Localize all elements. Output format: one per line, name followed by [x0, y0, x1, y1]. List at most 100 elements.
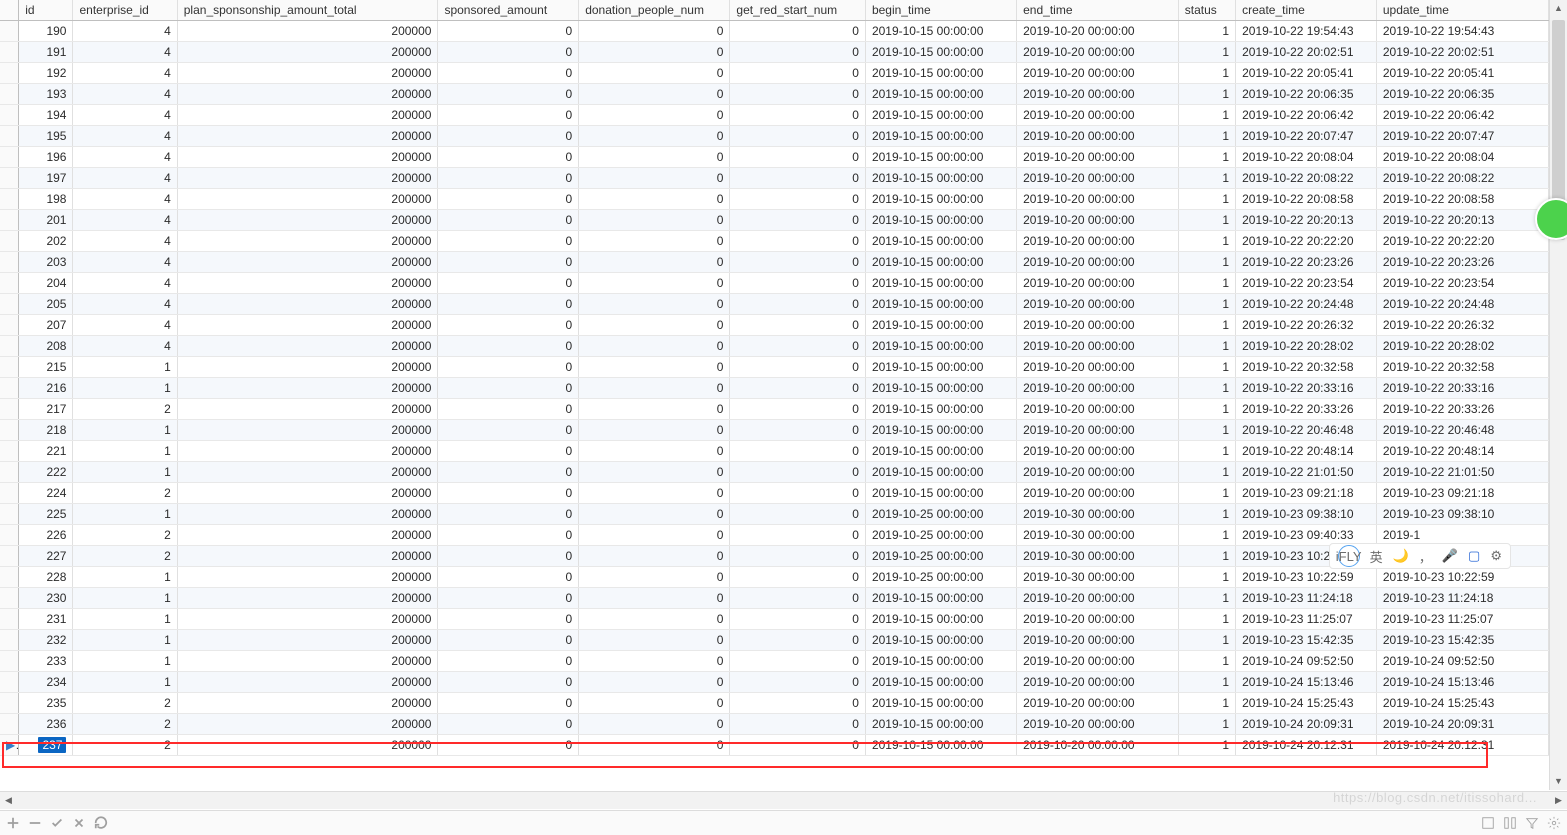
- table-row[interactable]: 22512000000002019-10-25 00:00:002019-10-…: [0, 504, 1549, 525]
- export-icon[interactable]: [1481, 816, 1495, 830]
- cell-status[interactable]: 1: [1178, 483, 1235, 504]
- cell-get_red_start_num[interactable]: 0: [730, 231, 866, 252]
- cell-enterprise_id[interactable]: 2: [73, 735, 177, 756]
- cell-end_time[interactable]: 2019-10-30 00:00:00: [1017, 567, 1179, 588]
- cell-begin_time[interactable]: 2019-10-15 00:00:00: [865, 63, 1016, 84]
- cell-sponsored_amount[interactable]: 0: [438, 546, 579, 567]
- table-row[interactable]: 19442000000002019-10-15 00:00:002019-10-…: [0, 105, 1549, 126]
- cell-status[interactable]: 1: [1178, 462, 1235, 483]
- col-begin_time[interactable]: begin_time: [865, 0, 1016, 21]
- cell-end_time[interactable]: 2019-10-20 00:00:00: [1017, 609, 1179, 630]
- cell-end_time[interactable]: 2019-10-20 00:00:00: [1017, 63, 1179, 84]
- table-row[interactable]: 21612000000002019-10-15 00:00:002019-10-…: [0, 378, 1549, 399]
- table-row[interactable]: 20542000000002019-10-15 00:00:002019-10-…: [0, 294, 1549, 315]
- cell-plan_sponsorship_amount_total[interactable]: 200000: [177, 672, 438, 693]
- cell-enterprise_id[interactable]: 2: [73, 693, 177, 714]
- col-end_time[interactable]: end_time: [1017, 0, 1179, 21]
- cell-enterprise_id[interactable]: 1: [73, 504, 177, 525]
- cell-get_red_start_num[interactable]: 0: [730, 84, 866, 105]
- cell-id[interactable]: 196: [19, 147, 73, 168]
- refresh-icon[interactable]: [94, 816, 108, 830]
- cell-plan_sponsorship_amount_total[interactable]: 200000: [177, 378, 438, 399]
- table-row[interactable]: 23212000000002019-10-15 00:00:002019-10-…: [0, 630, 1549, 651]
- cell-plan_sponsorship_amount_total[interactable]: 200000: [177, 231, 438, 252]
- cell-sponsored_amount[interactable]: 0: [438, 21, 579, 42]
- cell-status[interactable]: 1: [1178, 441, 1235, 462]
- cell-enterprise_id[interactable]: 1: [73, 462, 177, 483]
- cell-begin_time[interactable]: 2019-10-15 00:00:00: [865, 294, 1016, 315]
- cell-sponsored_amount[interactable]: 0: [438, 378, 579, 399]
- cell-begin_time[interactable]: 2019-10-15 00:00:00: [865, 630, 1016, 651]
- cell-id[interactable]: 194: [19, 105, 73, 126]
- cell-get_red_start_num[interactable]: 0: [730, 420, 866, 441]
- cell-update_time[interactable]: 2019-10-24 15:13:46: [1376, 672, 1548, 693]
- col-plan_sponsorship_amount_total[interactable]: plan_sponsonship_amount_total: [177, 0, 438, 21]
- cell-donation_people_num[interactable]: 0: [579, 609, 730, 630]
- cell-donation_people_num[interactable]: 0: [579, 672, 730, 693]
- cell-enterprise_id[interactable]: 4: [73, 105, 177, 126]
- cell-create_time[interactable]: 2019-10-23 11:25:07: [1236, 609, 1377, 630]
- cell-enterprise_id[interactable]: 1: [73, 672, 177, 693]
- ime-toolbar[interactable]: iFLY 英 🌙 ， 🎤 ▢ ⚙: [1329, 543, 1511, 569]
- cell-id[interactable]: 230: [19, 588, 73, 609]
- table-row[interactable]: 19142000000002019-10-15 00:00:002019-10-…: [0, 42, 1549, 63]
- col-sponsored_amount[interactable]: sponsored_amount: [438, 0, 579, 21]
- cell-id[interactable]: 197: [19, 168, 73, 189]
- row-gutter[interactable]: [0, 294, 19, 315]
- cell-update_time[interactable]: 2019-10-22 20:22:20: [1376, 231, 1548, 252]
- cell-end_time[interactable]: 2019-10-20 00:00:00: [1017, 315, 1179, 336]
- table-row[interactable]: 20342000000002019-10-15 00:00:002019-10-…: [0, 252, 1549, 273]
- ime-mic-icon[interactable]: 🎤: [1442, 548, 1458, 564]
- table-row[interactable]: 23312000000002019-10-15 00:00:002019-10-…: [0, 651, 1549, 672]
- cell-end_time[interactable]: 2019-10-30 00:00:00: [1017, 504, 1179, 525]
- cell-id[interactable]: 193: [19, 84, 73, 105]
- cell-donation_people_num[interactable]: 0: [579, 168, 730, 189]
- ime-moon-icon[interactable]: 🌙: [1393, 548, 1409, 564]
- cell-update_time[interactable]: 2019-10-23 15:42:35: [1376, 630, 1548, 651]
- cell-create_time[interactable]: 2019-10-22 20:07:47: [1236, 126, 1377, 147]
- cell-status[interactable]: 1: [1178, 315, 1235, 336]
- cell-sponsored_amount[interactable]: 0: [438, 273, 579, 294]
- cell-create_time[interactable]: 2019-10-24 15:13:46: [1236, 672, 1377, 693]
- cell-create_time[interactable]: 2019-10-22 20:06:42: [1236, 105, 1377, 126]
- cell-sponsored_amount[interactable]: 0: [438, 294, 579, 315]
- row-gutter[interactable]: [0, 252, 19, 273]
- cell-update_time[interactable]: 2019-10-22 19:54:43: [1376, 21, 1548, 42]
- cell-begin_time[interactable]: 2019-10-15 00:00:00: [865, 105, 1016, 126]
- cell-id[interactable]: 207: [19, 315, 73, 336]
- cell-get_red_start_num[interactable]: 0: [730, 147, 866, 168]
- cell-begin_time[interactable]: 2019-10-15 00:00:00: [865, 462, 1016, 483]
- cell-end_time[interactable]: 2019-10-20 00:00:00: [1017, 735, 1179, 756]
- table-row[interactable]: 23522000000002019-10-15 00:00:002019-10-…: [0, 693, 1549, 714]
- cell-status[interactable]: 1: [1178, 672, 1235, 693]
- cell-donation_people_num[interactable]: 0: [579, 231, 730, 252]
- cell-id[interactable]: 224: [19, 483, 73, 504]
- cell-update_time[interactable]: 2019-10-22 20:46:48: [1376, 420, 1548, 441]
- scroll-left-icon[interactable]: ◀: [0, 792, 17, 809]
- cell-get_red_start_num[interactable]: 0: [730, 672, 866, 693]
- row-gutter[interactable]: [0, 399, 19, 420]
- cell-end_time[interactable]: 2019-10-20 00:00:00: [1017, 399, 1179, 420]
- scroll-right-icon[interactable]: ▶: [1550, 792, 1567, 809]
- cell-begin_time[interactable]: 2019-10-15 00:00:00: [865, 357, 1016, 378]
- cell-donation_people_num[interactable]: 0: [579, 105, 730, 126]
- table-row[interactable]: 22112000000002019-10-15 00:00:002019-10-…: [0, 441, 1549, 462]
- cell-donation_people_num[interactable]: 0: [579, 588, 730, 609]
- cell-create_time[interactable]: 2019-10-24 09:52:50: [1236, 651, 1377, 672]
- cell-update_time[interactable]: 2019-10-22 20:48:14: [1376, 441, 1548, 462]
- cell-create_time[interactable]: 2019-10-22 20:20:13: [1236, 210, 1377, 231]
- cell-plan_sponsorship_amount_total[interactable]: 200000: [177, 147, 438, 168]
- cell-update_time[interactable]: 2019-10-24 09:52:50: [1376, 651, 1548, 672]
- delete-row-icon[interactable]: [28, 816, 42, 830]
- cell-update_time[interactable]: 2019-10-24 20:12:31: [1376, 735, 1548, 756]
- table-row[interactable]: 19042000000002019-10-15 00:00:002019-10-…: [0, 21, 1549, 42]
- cell-enterprise_id[interactable]: 4: [73, 42, 177, 63]
- row-gutter[interactable]: [0, 189, 19, 210]
- cell-status[interactable]: 1: [1178, 147, 1235, 168]
- cell-donation_people_num[interactable]: 0: [579, 546, 730, 567]
- cell-end_time[interactable]: 2019-10-20 00:00:00: [1017, 336, 1179, 357]
- cell-end_time[interactable]: 2019-10-20 00:00:00: [1017, 252, 1179, 273]
- cell-id[interactable]: 201: [19, 210, 73, 231]
- cell-id[interactable]: 221: [19, 441, 73, 462]
- cell-enterprise_id[interactable]: 4: [73, 294, 177, 315]
